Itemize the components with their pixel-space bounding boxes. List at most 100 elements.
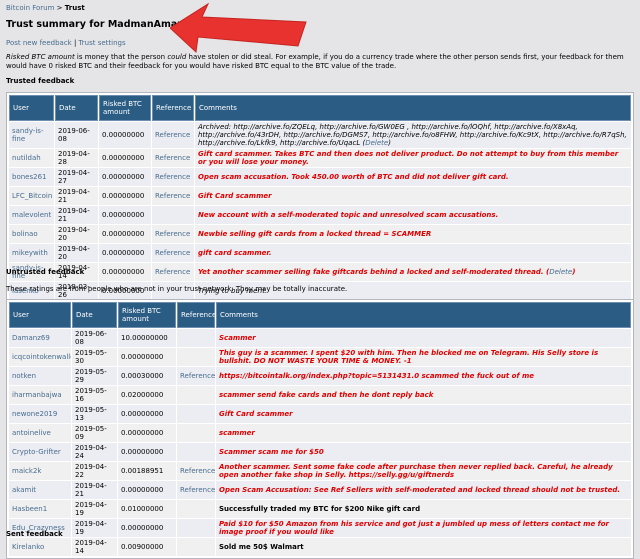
reference-cell xyxy=(177,443,215,461)
date-cell: 2019-04-21 xyxy=(55,206,98,224)
comment-cell: Sold me 50$ Walmart xyxy=(216,538,631,556)
comment-cell: Scammer scam me for $50 xyxy=(216,443,631,461)
table-row: LFC_Bitcoin 2019-04-21 0.00000000 Reference… xyxy=(9,187,631,205)
trust-settings-link[interactable]: Trust settings xyxy=(79,39,126,47)
explanation-could: could xyxy=(167,53,187,61)
user-link[interactable]: maick2k xyxy=(12,467,41,475)
reference-link[interactable]: Reference xyxy=(155,173,190,181)
table-row: iharmanbajwa 2019-05-16 0.02000000 scammer … xyxy=(9,386,631,404)
reference-cell: Reference xyxy=(152,122,194,148)
comment-text: Open scam accusation. Took 450.00 worth … xyxy=(198,173,509,181)
table-row: Kirelanko 2019-04-14 0.00900000 Sold me 50$… xyxy=(9,538,631,556)
comment-text: scammer xyxy=(219,429,255,437)
explanation-text-1: is money that the person xyxy=(74,53,168,61)
user-link[interactable]: newone2019 xyxy=(12,410,57,418)
reference-link[interactable]: Reference xyxy=(155,230,190,238)
risked-btc-cell: 0.00000000 xyxy=(99,244,151,262)
reference-link[interactable]: Reference xyxy=(155,154,190,162)
user-link[interactable]: malevolent xyxy=(12,211,51,219)
user-link[interactable]: Damanz69 xyxy=(12,334,50,342)
comment-text: Yet another scammer selling fake giftcar… xyxy=(198,268,544,276)
reference-link[interactable]: Reference xyxy=(180,372,215,380)
sent-feedback-heading: Sent feedback xyxy=(6,530,63,538)
user-link[interactable]: bones261 xyxy=(12,173,46,181)
comment-text: Archived: http://archive.fo/ZQELq, http:… xyxy=(198,123,627,147)
risked-btc-cell: 0.00000000 xyxy=(99,149,151,167)
user-link[interactable]: mikeywith xyxy=(12,249,48,257)
reference-cell: Reference xyxy=(152,225,194,243)
user-link[interactable]: LFC_Bitcoin xyxy=(12,192,52,200)
user-cell: maick2k xyxy=(9,462,71,480)
delete-wrapper: (Delete) xyxy=(543,268,576,276)
explanation-term: Risked BTC amount xyxy=(6,53,75,61)
user-cell: Hasbeen1 xyxy=(9,500,71,518)
delete-link[interactable]: Delete xyxy=(365,139,388,147)
user-link[interactable]: Hasbeen1 xyxy=(12,505,47,513)
date-cell: 2019-04-19 xyxy=(72,519,117,537)
column-header-user: User xyxy=(9,302,71,328)
comment-text: This guy is a scammer. I spent $20 with … xyxy=(219,349,599,365)
page-title: Trust summary for MadmanAmazon xyxy=(6,19,197,30)
reference-cell xyxy=(152,206,194,224)
reference-link[interactable]: Reference xyxy=(155,249,190,257)
user-link[interactable]: sandy-is-fine xyxy=(12,127,43,143)
breadcrumb-current: Trust xyxy=(64,4,85,12)
table-row: newone2019 2019-05-13 0.00000000 Gift Card … xyxy=(9,405,631,423)
delete-link[interactable]: Delete xyxy=(549,268,572,276)
reference-link[interactable]: Reference xyxy=(155,131,190,139)
comment-cell: New account with a self-moderated topic … xyxy=(195,206,631,224)
reference-cell xyxy=(177,519,215,537)
table-row: Hasbeen1 2019-04-19 0.01000000 Successfully… xyxy=(9,500,631,518)
user-link[interactable]: nutildah xyxy=(12,154,41,162)
user-link[interactable]: icqcointokenwallet xyxy=(12,353,71,361)
risked-btc-cell: 0.00188951 xyxy=(118,462,176,480)
reference-link[interactable]: Reference xyxy=(180,486,215,494)
comment-cell: Gift card scammer. Takes BTC and then do… xyxy=(195,149,631,167)
links-separator: | xyxy=(71,39,79,47)
table-row: sandy-is-fine 2019-04-14 0.00000000 Referen… xyxy=(9,263,631,281)
risked-btc-cell: 0.02000000 xyxy=(118,386,176,404)
red-arrow-annotation xyxy=(170,2,307,54)
user-link[interactable]: notken xyxy=(12,372,36,380)
user-link[interactable]: iharmanbajwa xyxy=(12,391,62,399)
user-link[interactable]: antoinelive xyxy=(12,429,51,437)
table-row: Damanz69 2019-06-08 10.00000000 Scammer xyxy=(9,329,631,347)
user-link[interactable]: Kirelanko xyxy=(12,543,44,551)
user-cell: icqcointokenwallet xyxy=(9,348,71,366)
comment-text: Another scammer. Sent some fake code aft… xyxy=(219,463,613,479)
breadcrumb-forum-link[interactable]: Bitcoin Forum xyxy=(6,4,54,12)
reference-link[interactable]: Reference xyxy=(155,192,190,200)
risked-btc-cell: 0.00000000 xyxy=(99,122,151,148)
user-link[interactable]: bolinao xyxy=(12,230,38,238)
column-header-comments: Comments xyxy=(216,302,631,328)
reference-cell xyxy=(177,424,215,442)
comment-cell: Open scam accusation. Took 450.00 worth … xyxy=(195,168,631,186)
untrusted-note: These ratings are from people who are no… xyxy=(6,285,348,293)
column-header-date: Date xyxy=(72,302,117,328)
column-header-date: Date xyxy=(55,95,98,121)
comment-text: Sold me 50$ Walmart xyxy=(219,543,304,551)
reference-cell: Reference xyxy=(152,149,194,167)
comment-cell: Gift Card scammer xyxy=(216,405,631,423)
user-link[interactable]: akamit xyxy=(12,486,36,494)
user-link[interactable]: Crypto-Grifter xyxy=(12,448,61,456)
risked-btc-cell: 0.00000000 xyxy=(118,443,176,461)
comment-cell: Paid $10 for $50 Amazon from his service… xyxy=(216,519,631,537)
reference-link[interactable]: Reference xyxy=(155,268,190,276)
risked-btc-cell: 0.00000000 xyxy=(118,405,176,423)
date-cell: 2019-06-08 xyxy=(55,122,98,148)
post-feedback-link[interactable]: Post new feedback xyxy=(6,39,72,47)
user-cell: Kirelanko xyxy=(9,538,71,556)
risked-btc-cell: 0.00000000 xyxy=(99,187,151,205)
risked-btc-cell: 0.00000000 xyxy=(118,424,176,442)
comment-text: scammer send fake cards and then he dont… xyxy=(219,391,434,399)
user-cell: bones261 xyxy=(9,168,54,186)
date-cell: 2019-04-22 xyxy=(72,462,117,480)
comment-cell: This guy is a scammer. I spent $20 with … xyxy=(216,348,631,366)
date-cell: 2019-06-08 xyxy=(72,329,117,347)
reference-cell: Reference xyxy=(177,481,215,499)
risked-btc-cell: 0.00000000 xyxy=(99,263,151,281)
table-row: nutildah 2019-04-28 0.00000000 Reference Gif… xyxy=(9,149,631,167)
reference-link[interactable]: Reference xyxy=(180,467,215,475)
date-cell: 2019-04-19 xyxy=(72,500,117,518)
